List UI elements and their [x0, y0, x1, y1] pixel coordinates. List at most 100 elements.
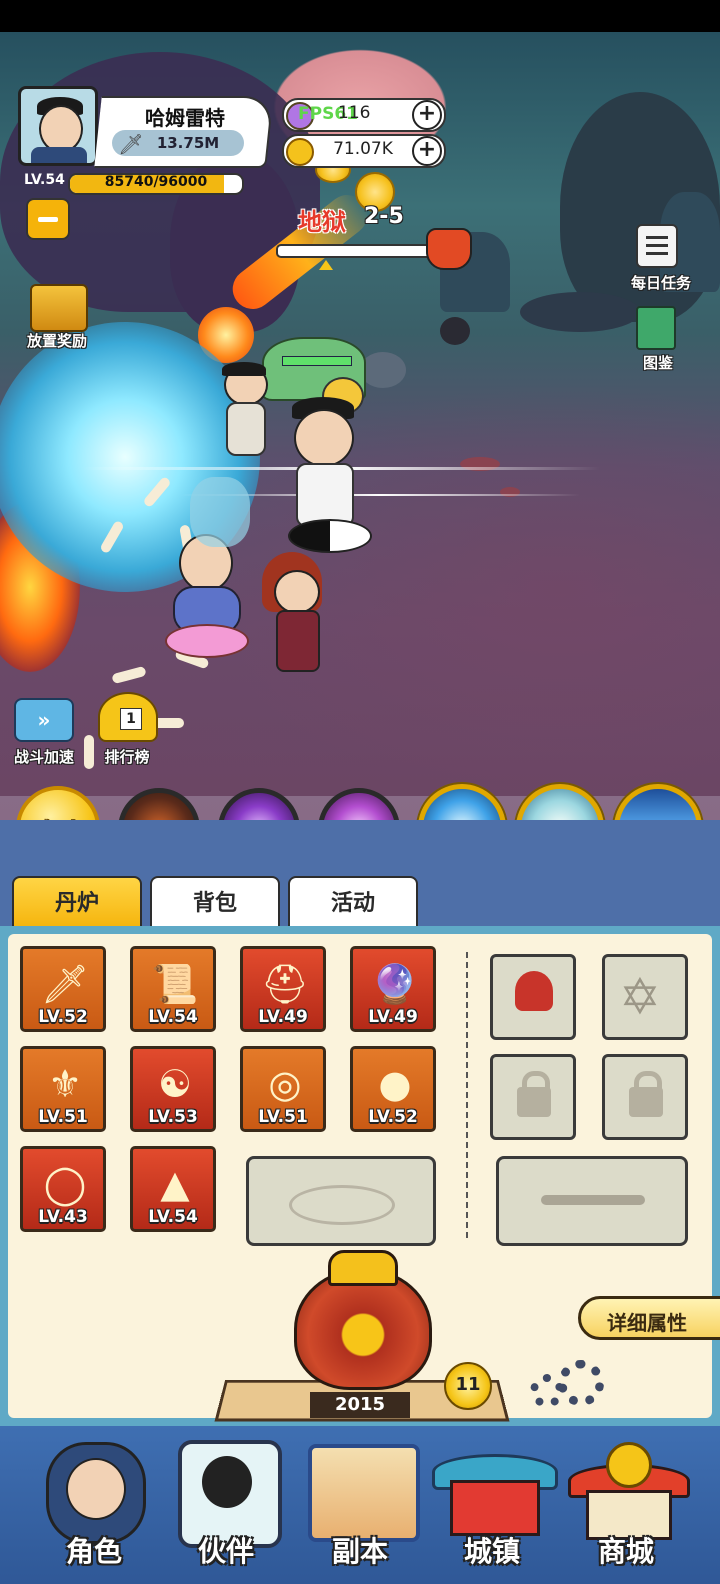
equipment-slot[interactable]: ◯ LV.43 — [20, 1146, 106, 1232]
boss-demon-icon — [426, 228, 472, 270]
add-gold-button[interactable]: + — [412, 136, 442, 166]
gold-coin-icon — [286, 138, 314, 166]
menu-toggle-button[interactable] — [26, 198, 70, 240]
lotus-pendant-icon — [515, 971, 553, 1011]
player-name: 哈姆雷特 — [145, 106, 225, 130]
scroll-icon: 📜 — [151, 962, 199, 1006]
exp-text: 85740/96000 — [104, 174, 208, 190]
sword-icon: 🗡 — [40, 962, 90, 1006]
gem-value: 116 — [338, 103, 371, 123]
nav-partner-label: 伙伴 — [197, 1535, 254, 1568]
enemy-health-bar — [282, 356, 352, 366]
equipment-slot[interactable]: ● LV.52 — [350, 1046, 436, 1132]
hexagram-icon: ✡ — [619, 968, 661, 1026]
hero-red-warrior — [262, 552, 338, 682]
tab-events[interactable]: 活动 — [288, 876, 418, 930]
gold-value: 71.07K — [333, 139, 393, 159]
equipment-level: LV.43 — [38, 1207, 88, 1227]
furnace-level-value: 11 — [455, 1374, 481, 1395]
nav-shop[interactable]: 商城 — [562, 1436, 690, 1576]
battle-scene: 哈姆雷特 🗡 13.75M LV.54 85740/96000 FPS61 11… — [0, 32, 720, 822]
bagua-icon: ☯ — [157, 1062, 193, 1106]
equipment-level: LV.52 — [38, 1007, 88, 1027]
tab-backpack[interactable]: 背包 — [150, 876, 280, 930]
equipment-slot[interactable]: 🔮 LV.49 — [350, 946, 436, 1032]
stage-name: 地狱 — [298, 208, 346, 236]
locked-slot[interactable] — [602, 1054, 688, 1140]
hexagram-slot[interactable]: ✡ — [602, 954, 688, 1040]
equipment-level: LV.51 — [38, 1107, 88, 1127]
codex-book-icon[interactable] — [636, 306, 676, 350]
equipment-level: LV.49 — [258, 1007, 308, 1027]
locked-slot[interactable] — [490, 1054, 576, 1140]
lotus-pendant-slot[interactable] — [490, 954, 576, 1040]
empty-weapon-slot[interactable] — [496, 1156, 688, 1246]
alchemy-furnace-icon[interactable] — [294, 1268, 432, 1390]
equipment-slot[interactable]: ◎ LV.51 — [240, 1046, 326, 1132]
equipment-level: LV.51 — [258, 1107, 308, 1127]
rock — [440, 317, 470, 345]
equipment-slot[interactable]: ☯ LV.53 — [130, 1046, 216, 1132]
nav-character[interactable]: 角色 — [30, 1436, 158, 1576]
furnace-lid — [328, 1250, 398, 1286]
equipment-slot[interactable]: ⚜ LV.51 — [20, 1046, 106, 1132]
armor-icon: ⚜ — [47, 1062, 83, 1106]
nav-town[interactable]: 城镇 — [428, 1436, 558, 1576]
battle-speed-label[interactable]: 战斗加速 — [4, 746, 84, 767]
lock-shackle — [634, 1071, 662, 1096]
tab-alchemy-furnace[interactable]: 丹炉 — [12, 876, 142, 930]
battle-speed-button[interactable]: » — [14, 698, 74, 742]
spear-icon — [541, 1195, 645, 1205]
detail-attributes-button[interactable]: 详细属性 — [578, 1296, 720, 1340]
player-level: LV.54 — [24, 172, 65, 188]
nav-shop-label: 商城 — [597, 1535, 654, 1568]
hero-main-taichi — [282, 397, 372, 567]
bone — [111, 665, 147, 685]
daily-tasks-label[interactable]: 每日任务 — [616, 272, 706, 293]
codex-label[interactable]: 图鉴 — [630, 352, 686, 373]
crystal-orb-icon: 🔮 — [371, 962, 419, 1006]
leaderboard-icon[interactable]: 1 — [98, 692, 158, 742]
nav-town-label: 城镇 — [463, 1535, 520, 1568]
empty-artifact-slot[interactable] — [246, 1156, 436, 1246]
ring-icon: ◯ — [43, 1162, 87, 1206]
daily-tasks-icon[interactable] — [636, 224, 678, 268]
stage-level: 2-5 — [364, 204, 404, 229]
idle-rewards-label[interactable]: 放置奖励 — [14, 330, 100, 351]
furnace-level-badge: 11 — [444, 1362, 492, 1410]
scroll-map-icon — [308, 1444, 420, 1542]
coin-emblem-icon — [606, 1442, 652, 1488]
partner-face — [202, 1456, 252, 1508]
nav-dungeon-label: 副本 — [331, 1535, 388, 1568]
settings-gear-icon[interactable] — [530, 1360, 604, 1418]
status-bar — [0, 0, 720, 32]
equipment-slot[interactable]: 🗡 LV.52 — [20, 946, 106, 1032]
equipment-slot[interactable]: ▲ LV.54 — [130, 1146, 216, 1232]
hero-monk — [165, 532, 249, 662]
equipment-level: LV.49 — [368, 1007, 418, 1027]
add-gems-button[interactable]: + — [412, 100, 442, 130]
rock — [360, 352, 406, 388]
jade-ring-icon: ◎ — [268, 1062, 302, 1106]
player-avatar[interactable] — [18, 86, 98, 166]
gourd-icon: ● — [378, 1062, 412, 1106]
equipment-slot[interactable]: ⛑ LV.49 — [240, 946, 326, 1032]
stage-progress-marker — [319, 260, 334, 270]
leaderboard-label[interactable]: 排行榜 — [92, 746, 162, 767]
equipment-level: LV.52 — [368, 1107, 418, 1127]
leaderboard-badge: 1 — [120, 708, 142, 730]
nav-partner[interactable]: 伙伴 — [162, 1436, 290, 1576]
magic-circle-icon — [289, 1185, 395, 1225]
power-value: 13.75M — [156, 134, 220, 152]
equipment-level: LV.54 — [148, 1007, 198, 1027]
equipment-slot[interactable]: 📜 LV.54 — [130, 946, 216, 1032]
nav-dungeon[interactable]: 副本 — [296, 1436, 424, 1576]
nav-character-label: 角色 — [65, 1535, 122, 1568]
furnace-count: 2015 — [334, 1394, 386, 1415]
rock — [520, 292, 640, 332]
treasure-chest-icon[interactable] — [30, 284, 88, 332]
ice-spirit — [190, 477, 250, 547]
equipment-level: LV.54 — [148, 1207, 198, 1227]
slot-divider — [466, 952, 468, 1238]
boots-icon: ▲ — [160, 1162, 190, 1206]
